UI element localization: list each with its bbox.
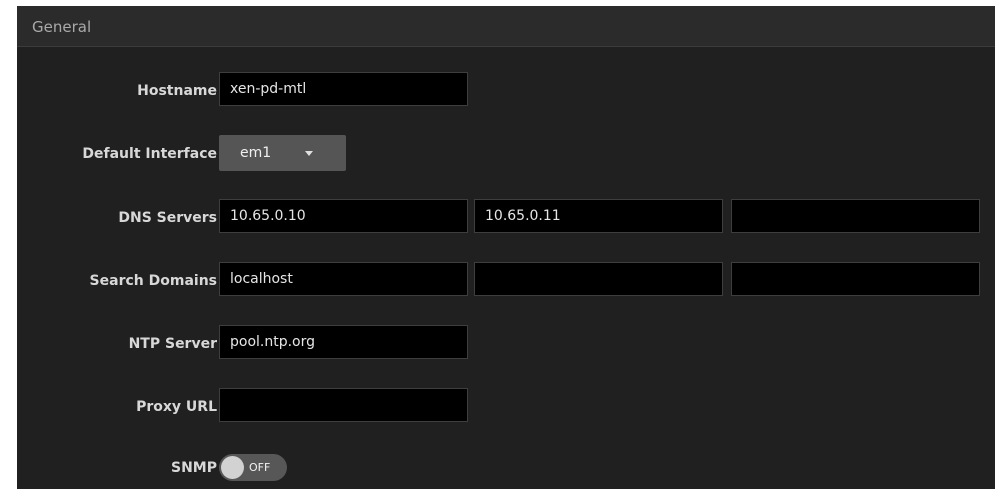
proxy-url-input[interactable]: [219, 388, 468, 422]
default-interface-value: em1: [240, 145, 272, 161]
dns-server-1-input[interactable]: [219, 199, 468, 233]
snmp-toggle[interactable]: OFF: [219, 454, 287, 481]
default-interface-label: Default Interface: [82, 146, 217, 162]
proxy-url-label: Proxy URL: [136, 399, 217, 415]
default-interface-dropdown[interactable]: em1: [219, 135, 346, 171]
search-domain-3-input[interactable]: [731, 262, 980, 296]
general-settings-panel: General Hostname Default Interface em1 D…: [17, 6, 995, 489]
search-domain-1-input[interactable]: [219, 262, 468, 296]
snmp-label: SNMP: [171, 460, 217, 476]
toggle-knob: [221, 456, 244, 479]
caret-down-icon: [305, 151, 313, 156]
ntp-server-label: NTP Server: [128, 336, 217, 352]
dns-server-2-input[interactable]: [474, 199, 723, 233]
hostname-label: Hostname: [137, 83, 217, 99]
panel-header: General: [17, 6, 995, 47]
snmp-toggle-state: OFF: [249, 461, 271, 474]
dns-server-3-input[interactable]: [731, 199, 980, 233]
search-domains-label: Search Domains: [89, 273, 217, 289]
dns-servers-label: DNS Servers: [118, 210, 217, 226]
panel-title: General: [32, 18, 92, 36]
hostname-input[interactable]: [219, 72, 468, 106]
ntp-server-input[interactable]: [219, 325, 468, 359]
search-domain-2-input[interactable]: [474, 262, 723, 296]
